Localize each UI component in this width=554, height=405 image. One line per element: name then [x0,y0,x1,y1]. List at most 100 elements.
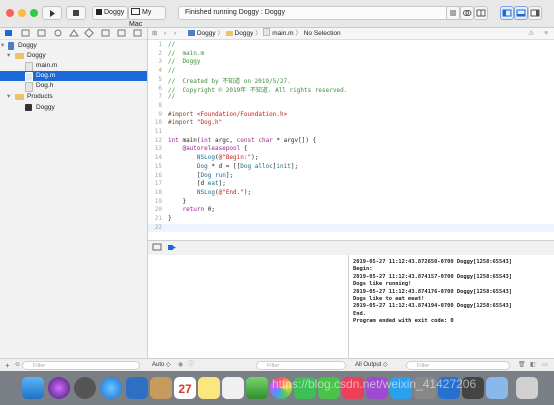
line-number: 12 [154,136,162,144]
version-editor-button[interactable] [460,6,474,20]
code-line[interactable]: NSLog(@"End."); [168,189,251,196]
line-number: 15 [154,162,162,170]
chevron-right-icon: 〉 [217,30,224,37]
code-line[interactable]: // [168,93,175,100]
code-line[interactable]: #import <Foundation/Foundation.h> [168,111,287,118]
variables-view[interactable] [148,255,349,358]
assistant-editor-button[interactable] [474,6,488,20]
console-output[interactable]: 2019-05-27 11:12:43.872650-0700 Doggy[12… [349,255,554,358]
watermark: https://blog.csdn.net/weixin_41427206 [272,377,477,391]
line-number: 16 [154,171,162,179]
code-line[interactable]: // Copyright © 2019年 不知道. All rights res… [168,85,347,94]
calendar-icon[interactable]: 27 [174,377,196,399]
navigator-tab-bar [0,28,147,40]
code-line[interactable]: [d eat]; [168,180,226,187]
current-line-highlight [148,224,554,232]
contacts-icon[interactable] [150,377,172,399]
console-line: 2019-05-27 11:12:43.874176-0700 Doggy[12… [353,288,513,295]
status-text: Finished running Doggy : Doggy [185,9,286,16]
navigator-filter-field[interactable]: Filter [22,361,140,370]
minimize-window-button[interactable] [18,9,26,17]
breadcrumb-item[interactable]: No Selection [304,30,341,37]
code-line[interactable]: return 0; [168,206,215,213]
console-filter-field[interactable]: Filter [406,361,510,370]
toggle-debug-area-button[interactable] [514,6,528,20]
console-line: 2019-05-27 11:12:43.872650-0700 Doggy[12… [353,259,513,265]
line-number: 4 [158,67,162,75]
nav-item-executable[interactable]: Doggy [0,103,147,113]
line-number: 2 [158,49,162,57]
authors-icon[interactable]: ≡ [544,28,548,39]
launchpad-icon[interactable] [74,377,96,399]
filter-placeholder: Filter [417,363,430,369]
warning-icon[interactable]: ⚠ [528,28,534,39]
nav-item-products[interactable]: ▾ Products [0,92,147,102]
line-number: 1 [158,41,162,48]
issue-tab-icon [69,29,79,37]
toggle-inspector-button[interactable] [528,6,542,20]
console-line: End. [353,310,366,317]
code-line[interactable]: [Dog run]; [168,172,233,179]
mail-icon[interactable] [126,377,148,399]
code-line[interactable]: int main(int argc, const char * argv[]) … [168,137,316,144]
debug-bar-icons [152,243,176,251]
related-items-icon[interactable]: ⊞ [152,28,157,39]
calendar-day: 27 [178,382,192,396]
breadcrumb-item[interactable]: Doggy [235,30,254,37]
run-button[interactable] [42,6,62,20]
code-line[interactable]: #import "Dog.h" [168,119,222,126]
close-window-button[interactable] [6,9,14,17]
code-line[interactable]: Dog * d = [[Dog alloc]init]; [168,163,298,170]
line-number: 6 [158,84,162,92]
line-number: 20 [154,206,162,214]
code-line[interactable]: } [168,198,186,205]
downloads-folder-icon[interactable] [486,377,508,399]
nav-item-dog-m[interactable]: Dog.m [0,71,147,82]
forward-button[interactable]: › [174,28,176,39]
stop-button[interactable] [66,6,86,20]
chevron-right-icon: 〉 [255,30,262,37]
variables-filter-field[interactable]: Filter [256,361,346,370]
nav-item-group-doggy[interactable]: ▾ Doggy [0,51,147,61]
code-line[interactable]: @autoreleasepool { [168,145,247,152]
line-number: 7 [158,93,162,101]
maps-icon[interactable] [246,377,268,399]
code-line[interactable]: // Created by 不知道 on 2019/5/27. [168,76,291,85]
trash-dock-icon[interactable] [516,377,538,399]
siri-icon[interactable] [48,377,70,399]
scheme-selector[interactable]: Doggy [92,6,128,20]
breadcrumb-item[interactable]: Doggy [197,30,216,37]
console-line: Program ended with exit code: 0 [353,318,454,325]
code-line[interactable]: // [168,41,175,48]
code-line[interactable]: // [168,67,175,74]
code-line[interactable]: } [168,215,172,222]
nav-item-label: Doggy [27,52,46,59]
back-button[interactable]: ‹ [164,28,166,39]
reminders-icon[interactable] [222,377,244,399]
zoom-window-button[interactable] [30,9,38,17]
disclosure-icon: ▾ [7,93,11,100]
finder-icon[interactable] [22,377,44,399]
editor-lines-icon [450,10,456,16]
nav-item-project[interactable]: ▾ Doggy [0,41,147,51]
line-number: 11 [154,128,162,135]
left-panel-icon [502,9,512,17]
destination-selector[interactable]: My Mac [128,6,166,28]
line-number: 18 [154,188,162,196]
source-control-tab-icon [21,29,30,37]
source-editor[interactable]: 1 // 2 // main.m 3 // Doggy 4 // 5 // Created by … [148,40,554,240]
project-icon [188,30,195,36]
code-line[interactable]: // Doggy [168,58,201,65]
line-number: 3 [158,58,162,66]
nav-item-main-m[interactable]: main.m [0,61,147,72]
toggle-navigator-button[interactable] [500,6,514,20]
notes-icon[interactable] [198,377,220,399]
safari-icon[interactable] [100,377,122,399]
code-line[interactable]: NSLog(@"Begin:"); [168,154,258,161]
nav-item-dog-h[interactable]: Dog.h [0,81,147,92]
breadcrumb-item[interactable]: main.m [272,30,293,37]
code-line[interactable]: // main.m [168,50,204,57]
standard-editor-button[interactable] [446,6,460,20]
disclosure-icon: ▾ [1,42,5,49]
project-icon [8,42,14,50]
